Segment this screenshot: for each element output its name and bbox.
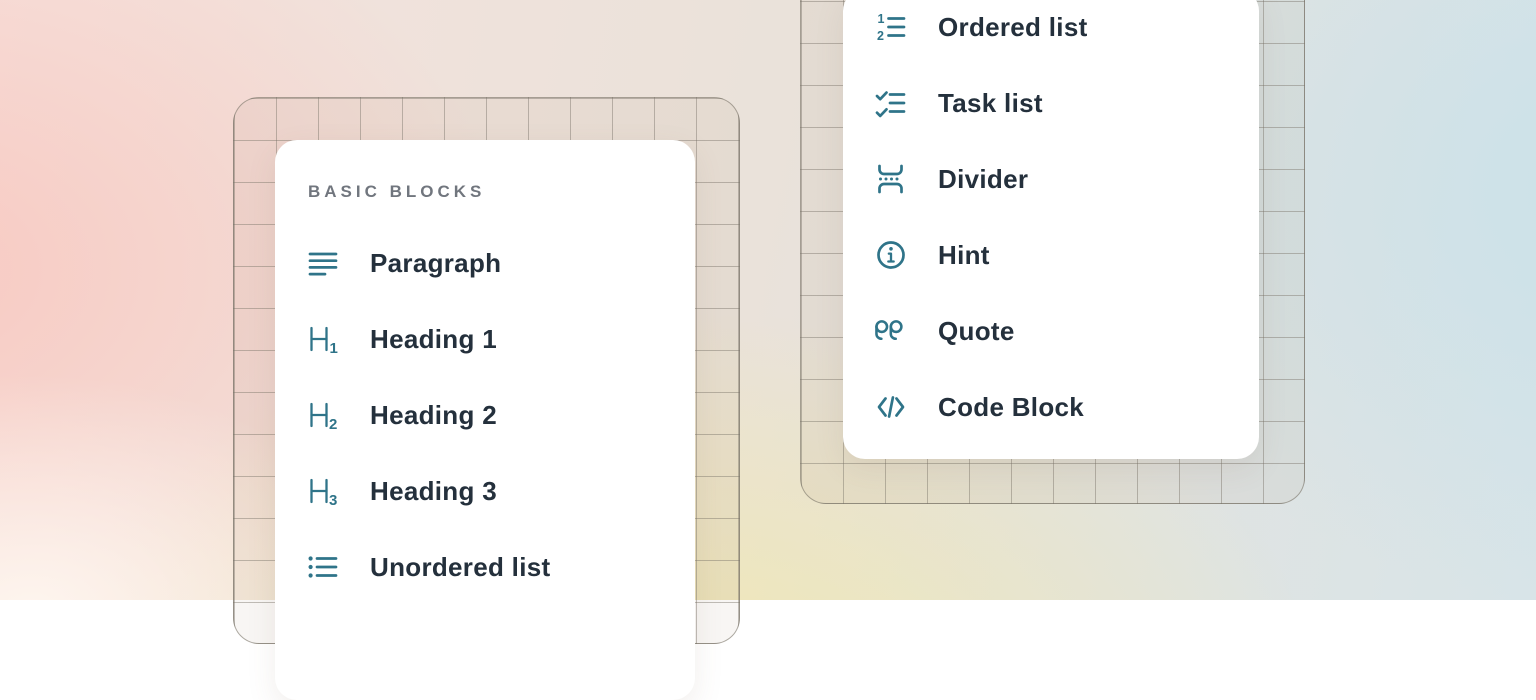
menu-item-label: Hint xyxy=(938,240,990,271)
unordered-list-icon xyxy=(306,550,340,584)
ordered-list-icon: 1 2 xyxy=(874,10,908,44)
gradient-background: BASIC BLOCKS Paragraph 1 xyxy=(0,0,1536,600)
menu-item-task-list[interactable]: Task list xyxy=(843,65,1259,141)
menu-item-divider[interactable]: Divider xyxy=(843,141,1259,217)
menu-item-quote[interactable]: Quote xyxy=(843,293,1259,369)
menu-item-label: Heading 1 xyxy=(370,324,497,355)
menu-item-heading-1[interactable]: 1 Heading 1 xyxy=(275,301,695,377)
menu-item-label: Ordered list xyxy=(938,12,1088,43)
menu-item-label: Task list xyxy=(938,88,1043,119)
menu-item-heading-3[interactable]: 3 Heading 3 xyxy=(275,453,695,529)
menu-item-hint[interactable]: Hint xyxy=(843,217,1259,293)
svg-text:1: 1 xyxy=(878,12,885,26)
menu-item-label: Divider xyxy=(938,164,1028,195)
menu-item-label: Code Block xyxy=(938,392,1084,423)
heading-3-icon: 3 xyxy=(306,474,340,508)
blocks-menu-card: 1 2 Ordered list Task list xyxy=(843,0,1259,459)
svg-text:2: 2 xyxy=(877,29,884,43)
code-block-icon xyxy=(874,390,908,424)
task-list-icon xyxy=(874,86,908,120)
menu-item-unordered-list[interactable]: Unordered list xyxy=(275,529,695,605)
basic-blocks-menu-card: BASIC BLOCKS Paragraph 1 xyxy=(275,140,695,700)
menu-item-label: Quote xyxy=(938,316,1015,347)
menu-item-code-block[interactable]: Code Block xyxy=(843,369,1259,445)
svg-text:1: 1 xyxy=(330,340,338,356)
menu-item-label: Heading 3 xyxy=(370,476,497,507)
heading-2-icon: 2 xyxy=(306,398,340,432)
menu-item-heading-2[interactable]: 2 Heading 2 xyxy=(275,377,695,453)
menu-item-label: Unordered list xyxy=(370,552,550,583)
menu-item-label: Paragraph xyxy=(370,248,501,279)
basic-blocks-header: BASIC BLOCKS xyxy=(308,182,695,202)
quote-icon xyxy=(874,314,908,348)
menu-item-label: Heading 2 xyxy=(370,400,497,431)
heading-1-icon: 1 xyxy=(306,322,340,356)
menu-item-paragraph[interactable]: Paragraph xyxy=(275,225,695,301)
paragraph-icon xyxy=(306,246,340,280)
svg-text:3: 3 xyxy=(329,492,337,508)
svg-text:2: 2 xyxy=(329,416,337,432)
hint-icon xyxy=(874,238,908,272)
menu-item-ordered-list[interactable]: 1 2 Ordered list xyxy=(843,0,1259,65)
divider-icon xyxy=(874,162,908,196)
